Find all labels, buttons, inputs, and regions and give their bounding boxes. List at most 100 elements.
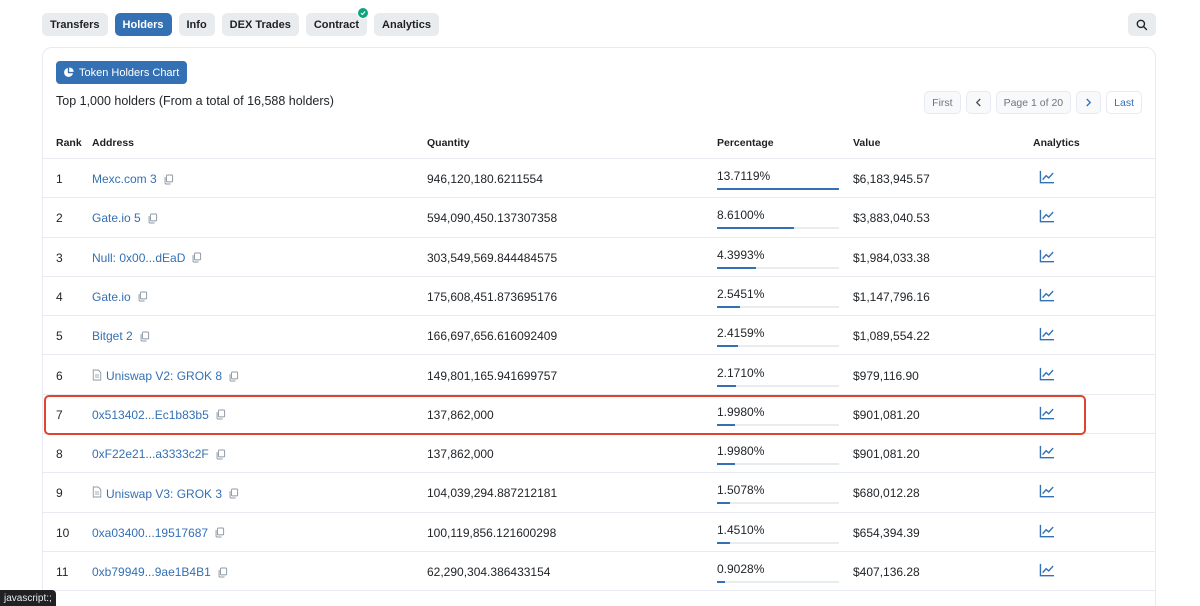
percentage-bar-fill <box>717 541 730 544</box>
address-cell: 0xF22e21...a3333c2F <box>92 447 226 461</box>
quantity-cell: 104,039,294.887212181 <box>427 486 558 501</box>
column-percentage: Percentage <box>717 137 774 149</box>
page-indicator: Page 1 of 20 <box>995 91 1072 114</box>
pie-chart-icon <box>64 67 74 77</box>
holder-address-link[interactable]: Gate.io 5 <box>92 211 141 225</box>
address-cell: Uniswap V2: GROK 8 <box>92 369 239 384</box>
percentage-bar <box>717 188 839 190</box>
copy-icon[interactable] <box>139 331 150 342</box>
percentage-cell: 1.5078% <box>717 483 765 498</box>
percentage-bar <box>717 502 839 505</box>
rank-cell: 10 <box>56 525 70 540</box>
rank-cell: 9 <box>56 486 63 501</box>
table-row: 2 Gate.io 5 594,090,450.137307358 8.6100% $3… <box>42 198 1156 238</box>
analytics-chart-icon[interactable] <box>1039 327 1055 344</box>
column-rank: Rank <box>56 137 82 149</box>
tab-contract[interactable]: Contract <box>305 7 370 36</box>
address-cell: Null: 0x00...dEaD <box>92 251 202 265</box>
tab-analytics[interactable]: Analytics <box>374 13 439 36</box>
tab-holders[interactable]: Holders <box>114 13 172 36</box>
quantity-cell: 137,862,000 <box>427 447 494 462</box>
copy-icon[interactable] <box>147 213 158 224</box>
copy-icon[interactable] <box>137 291 148 302</box>
value-cell: $654,394.39 <box>853 525 920 540</box>
tab-bar: Transfers Holders Info DEX Trades Contra… <box>42 7 439 36</box>
column-value: Value <box>853 137 881 149</box>
value-cell: $901,081.20 <box>853 447 920 462</box>
analytics-chart-icon[interactable] <box>1039 484 1055 501</box>
status-url-tooltip: javascript:; <box>0 590 56 606</box>
search-button[interactable] <box>1128 13 1156 36</box>
percentage-cell: 13.7119% <box>717 169 771 183</box>
percentage-cell: 4.3993% <box>717 247 765 262</box>
holder-address-link[interactable]: Mexc.com 3 <box>92 172 157 186</box>
analytics-chart-icon[interactable] <box>1039 209 1055 226</box>
percentage-bar <box>717 305 839 308</box>
percentage-bar-fill <box>717 581 726 583</box>
analytics-chart-icon[interactable] <box>1039 563 1055 580</box>
quantity-cell: 149,801,165.941699757 <box>427 368 558 383</box>
address-cell: Uniswap V3: GROK 3 <box>92 486 239 501</box>
copy-icon[interactable] <box>228 488 239 499</box>
value-cell: $1,984,033.38 <box>853 250 930 265</box>
quantity-cell: 946,120,180.6211554 <box>427 172 543 186</box>
rank-cell: 4 <box>56 289 63 304</box>
tab-contract-label: Contract <box>313 18 360 31</box>
holder-address-link[interactable]: 0xa03400...19517687 <box>92 526 208 540</box>
percentage-cell: 1.9980% <box>717 444 765 459</box>
copy-icon[interactable] <box>163 174 174 185</box>
copy-icon[interactable] <box>191 252 202 263</box>
rank-cell: 2 <box>56 211 63 226</box>
table-row: 3 Null: 0x00...dEaD 303,549,569.844484575 4… <box>42 238 1156 277</box>
holder-address-link[interactable]: Uniswap V2: GROK 8 <box>106 369 222 383</box>
percentage-bar-fill <box>717 345 739 348</box>
holder-address-link[interactable]: 0xF22e21...a3333c2F <box>92 447 209 461</box>
pagination: First Page 1 of 20 Last <box>924 91 1142 114</box>
copy-icon[interactable] <box>228 371 239 382</box>
rank-cell: 5 <box>56 329 63 344</box>
percentage-cell: 2.1710% <box>717 365 765 380</box>
address-cell: Gate.io <box>92 290 148 304</box>
analytics-chart-icon[interactable] <box>1039 288 1055 305</box>
first-page-button[interactable]: First <box>924 91 961 114</box>
value-cell: $979,116.90 <box>853 368 919 383</box>
copy-icon[interactable] <box>217 567 228 578</box>
search-icon <box>1136 19 1148 30</box>
rank-cell: 11 <box>56 565 69 579</box>
holder-address-link[interactable]: Gate.io <box>92 290 131 304</box>
analytics-chart-icon[interactable] <box>1039 524 1055 541</box>
table-row: 6 Uniswap V2: GROK 8 149,801,165.941699757… <box>42 356 1156 395</box>
percentage-bar-fill <box>717 384 737 387</box>
tab-transfers[interactable]: Transfers <box>42 13 108 36</box>
prev-page-button[interactable] <box>965 91 991 114</box>
copy-icon[interactable] <box>214 527 225 538</box>
tab-dex-trades[interactable]: DEX Trades <box>221 13 299 36</box>
percentage-bar-fill <box>717 502 731 505</box>
table-row: 1 Mexc.com 3 946,120,180.6211554 13.7119% $6… <box>42 159 1156 199</box>
percentage-bar <box>717 581 839 583</box>
table-row: 10 0xa03400...19517687 100,119,856.1216002… <box>42 513 1156 552</box>
holder-address-link[interactable]: Bitget 2 <box>92 329 133 343</box>
analytics-chart-icon[interactable] <box>1039 367 1055 384</box>
rank-cell: 6 <box>56 368 63 383</box>
holder-address-link[interactable]: Null: 0x00...dEaD <box>92 251 185 265</box>
percentage-bar-fill <box>717 266 757 269</box>
last-page-button[interactable]: Last <box>1106 91 1142 114</box>
percentage-bar <box>717 463 839 466</box>
copy-icon[interactable] <box>215 449 226 460</box>
token-holders-chart-button[interactable]: Token Holders Chart <box>56 61 188 84</box>
next-page-button[interactable] <box>1076 91 1102 114</box>
quantity-cell: 100,119,856.121600298 <box>427 525 557 540</box>
holder-address-link[interactable]: Uniswap V3: GROK 3 <box>106 487 222 501</box>
tab-info[interactable]: Info <box>178 13 215 36</box>
table-row: 9 Uniswap V3: GROK 3 104,039,294.887212181… <box>42 473 1156 513</box>
quantity-cell: 166,697,656.616092409 <box>427 329 558 344</box>
analytics-chart-icon[interactable] <box>1039 445 1055 462</box>
percentage-bar <box>717 384 839 387</box>
rank-cell: 3 <box>56 250 63 265</box>
holder-address-link[interactable]: 0xb79949...9ae1B4B1 <box>92 565 211 579</box>
value-cell: $6,183,945.57 <box>853 172 930 186</box>
analytics-chart-icon[interactable] <box>1039 249 1055 266</box>
value-cell: $680,012.28 <box>853 486 920 501</box>
analytics-chart-icon[interactable] <box>1039 170 1055 187</box>
